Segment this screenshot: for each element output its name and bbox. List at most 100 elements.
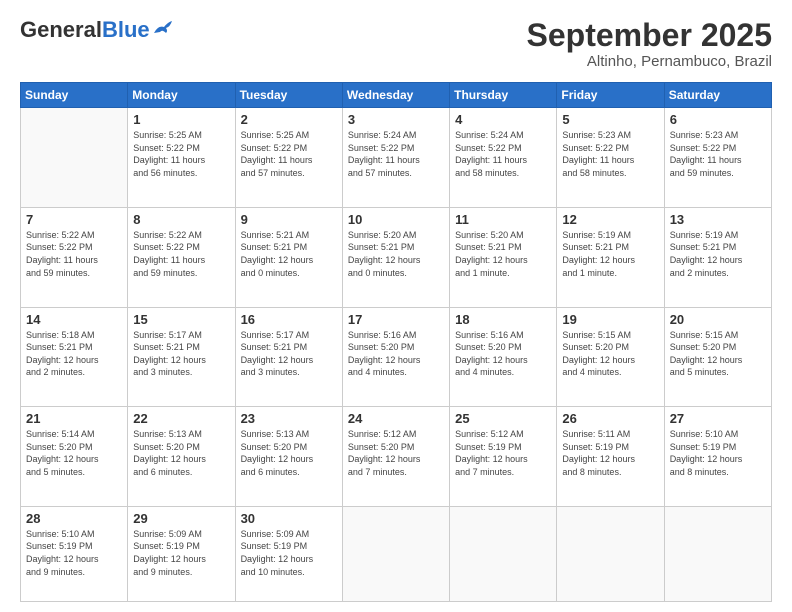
day-number: 2 <box>241 112 337 127</box>
calendar-week-row: 28 Sunrise: 5:10 AM Sunset: 5:19 PM Dayli… <box>21 506 772 601</box>
table-row: 22 Sunrise: 5:13 AM Sunset: 5:20 PM Dayli… <box>128 407 235 507</box>
day-number: 7 <box>26 212 122 227</box>
day-number: 25 <box>455 411 551 426</box>
table-row: 26Sunrise: 5:11 AM Sunset: 5:19 PM Dayli… <box>557 407 664 507</box>
logo: GeneralBlue <box>20 18 174 42</box>
day-info: Sunrise: 5:12 AM Sunset: 5:19 PM Dayligh… <box>455 428 551 478</box>
subtitle: Altinho, Pernambuco, Brazil <box>527 53 772 70</box>
day-info: Sunrise: 5:11 AM Sunset: 5:19 PM Dayligh… <box>562 428 658 478</box>
logo-blue: Blue <box>102 17 150 42</box>
day-info: Sunrise: 5:09 AM Sunset: 5:19 PM Dayligh… <box>241 528 337 578</box>
day-info: Sunrise: 5:22 AM Sunset: 5:22 PM Dayligh… <box>133 229 229 279</box>
table-row <box>450 506 557 601</box>
day-number: 23 <box>241 411 337 426</box>
table-row: 4 Sunrise: 5:24 AM Sunset: 5:22 PM Daylig… <box>450 108 557 208</box>
day-info: Sunrise: 5:20 AM Sunset: 5:21 PM Dayligh… <box>455 229 551 279</box>
table-row: 20 Sunrise: 5:15 AM Sunset: 5:20 PM Dayli… <box>664 307 771 407</box>
day-number: 15 <box>133 312 229 327</box>
day-number: 29 <box>133 511 229 526</box>
day-number: 21 <box>26 411 122 426</box>
day-info: Sunrise: 5:13 AM Sunset: 5:20 PM Dayligh… <box>241 428 337 478</box>
day-info: Sunrise: 5:14 AM Sunset: 5:20 PM Dayligh… <box>26 428 122 478</box>
table-row: 16Sunrise: 5:17 AM Sunset: 5:21 PM Dayli… <box>235 307 342 407</box>
logo-bird-icon <box>152 19 174 37</box>
day-number: 22 <box>133 411 229 426</box>
table-row: 30Sunrise: 5:09 AM Sunset: 5:19 PM Dayli… <box>235 506 342 601</box>
day-number: 4 <box>455 112 551 127</box>
day-info: Sunrise: 5:13 AM Sunset: 5:20 PM Dayligh… <box>133 428 229 478</box>
day-info: Sunrise: 5:19 AM Sunset: 5:21 PM Dayligh… <box>562 229 658 279</box>
day-number: 24 <box>348 411 444 426</box>
day-number: 19 <box>562 312 658 327</box>
calendar-table: Sunday Monday Tuesday Wednesday Thursday… <box>20 82 772 602</box>
table-row: 29 Sunrise: 5:09 AM Sunset: 5:19 PM Dayli… <box>128 506 235 601</box>
table-row: 1Sunrise: 5:25 AM Sunset: 5:22 PM Daylig… <box>128 108 235 208</box>
day-number: 28 <box>26 511 122 526</box>
day-number: 1 <box>133 112 229 127</box>
col-thursday: Thursday <box>450 83 557 108</box>
calendar-week-row: 1 Sunrise: 5:25 AM Sunset: 5:22 PM Daylig… <box>21 108 772 208</box>
table-row: 11 Sunrise: 5:20 AM Sunset: 5:21 PM Dayli… <box>450 207 557 307</box>
table-row: 10 Sunrise: 5:20 AM Sunset: 5:21 PM Dayli… <box>342 207 449 307</box>
logo-general: General <box>20 17 102 42</box>
table-row: 25 Sunrise: 5:12 AM Sunset: 5:19 PM Dayli… <box>450 407 557 507</box>
col-saturday: Saturday <box>664 83 771 108</box>
day-info: Sunrise: 5:09 AM Sunset: 5:19 PM Dayligh… <box>133 528 229 578</box>
calendar-week-row: 21 Sunrise: 5:14 AM Sunset: 5:20 PM Dayli… <box>21 407 772 507</box>
day-info: Sunrise: 5:21 AM Sunset: 5:21 PM Dayligh… <box>241 229 337 279</box>
calendar-header-row: Sunday Monday Tuesday Wednesday Thursday… <box>21 83 772 108</box>
day-number: 10 <box>348 212 444 227</box>
day-info: Sunrise: 5:23 AM Sunset: 5:22 PM Dayligh… <box>562 129 658 179</box>
table-row: 6Sunrise: 5:23 AM Sunset: 5:22 PM Daylig… <box>664 108 771 208</box>
day-info: Sunrise: 5:19 AM Sunset: 5:21 PM Dayligh… <box>670 229 766 279</box>
table-row: 13 Sunrise: 5:19 AM Sunset: 5:21 PM Dayli… <box>664 207 771 307</box>
day-info: Sunrise: 5:10 AM Sunset: 5:19 PM Dayligh… <box>670 428 766 478</box>
day-number: 8 <box>133 212 229 227</box>
day-info: Sunrise: 5:20 AM Sunset: 5:21 PM Dayligh… <box>348 229 444 279</box>
day-number: 11 <box>455 212 551 227</box>
col-friday: Friday <box>557 83 664 108</box>
table-row: 19 Sunrise: 5:15 AM Sunset: 5:20 PM Dayli… <box>557 307 664 407</box>
day-number: 20 <box>670 312 766 327</box>
day-info: Sunrise: 5:15 AM Sunset: 5:20 PM Dayligh… <box>670 329 766 379</box>
day-number: 3 <box>348 112 444 127</box>
day-number: 18 <box>455 312 551 327</box>
table-row: 14Sunrise: 5:18 AM Sunset: 5:21 PM Dayli… <box>21 307 128 407</box>
col-tuesday: Tuesday <box>235 83 342 108</box>
table-row: 24Sunrise: 5:12 AM Sunset: 5:20 PM Dayli… <box>342 407 449 507</box>
day-info: Sunrise: 5:10 AM Sunset: 5:19 PM Dayligh… <box>26 528 122 578</box>
day-number: 16 <box>241 312 337 327</box>
calendar-week-row: 7 Sunrise: 5:22 AM Sunset: 5:22 PM Daylig… <box>21 207 772 307</box>
table-row: 28 Sunrise: 5:10 AM Sunset: 5:19 PM Dayli… <box>21 506 128 601</box>
table-row: 27 Sunrise: 5:10 AM Sunset: 5:19 PM Dayli… <box>664 407 771 507</box>
table-row: 2 Sunrise: 5:25 AM Sunset: 5:22 PM Daylig… <box>235 108 342 208</box>
day-info: Sunrise: 5:17 AM Sunset: 5:21 PM Dayligh… <box>133 329 229 379</box>
day-info: Sunrise: 5:24 AM Sunset: 5:22 PM Dayligh… <box>455 129 551 179</box>
day-info: Sunrise: 5:15 AM Sunset: 5:20 PM Dayligh… <box>562 329 658 379</box>
table-row: 3Sunrise: 5:24 AM Sunset: 5:22 PM Daylig… <box>342 108 449 208</box>
day-number: 5 <box>562 112 658 127</box>
header: GeneralBlue September 2025 Altinho, Pern… <box>20 18 772 70</box>
table-row: 15 Sunrise: 5:17 AM Sunset: 5:21 PM Dayli… <box>128 307 235 407</box>
table-row <box>664 506 771 601</box>
table-row: 23 Sunrise: 5:13 AM Sunset: 5:20 PM Dayli… <box>235 407 342 507</box>
day-number: 9 <box>241 212 337 227</box>
day-info: Sunrise: 5:25 AM Sunset: 5:22 PM Dayligh… <box>241 129 337 179</box>
table-row: 8 Sunrise: 5:22 AM Sunset: 5:22 PM Daylig… <box>128 207 235 307</box>
day-number: 12 <box>562 212 658 227</box>
day-number: 13 <box>670 212 766 227</box>
col-wednesday: Wednesday <box>342 83 449 108</box>
day-info: Sunrise: 5:22 AM Sunset: 5:22 PM Dayligh… <box>26 229 122 279</box>
table-row: 7 Sunrise: 5:22 AM Sunset: 5:22 PM Daylig… <box>21 207 128 307</box>
month-title: September 2025 <box>527 18 772 53</box>
day-info: Sunrise: 5:23 AM Sunset: 5:22 PM Dayligh… <box>670 129 766 179</box>
table-row <box>21 108 128 208</box>
day-number: 17 <box>348 312 444 327</box>
table-row: 17 Sunrise: 5:16 AM Sunset: 5:20 PM Dayli… <box>342 307 449 407</box>
table-row <box>557 506 664 601</box>
col-monday: Monday <box>128 83 235 108</box>
calendar-week-row: 14Sunrise: 5:18 AM Sunset: 5:21 PM Dayli… <box>21 307 772 407</box>
day-info: Sunrise: 5:16 AM Sunset: 5:20 PM Dayligh… <box>348 329 444 379</box>
day-number: 27 <box>670 411 766 426</box>
table-row: 9 Sunrise: 5:21 AM Sunset: 5:21 PM Daylig… <box>235 207 342 307</box>
